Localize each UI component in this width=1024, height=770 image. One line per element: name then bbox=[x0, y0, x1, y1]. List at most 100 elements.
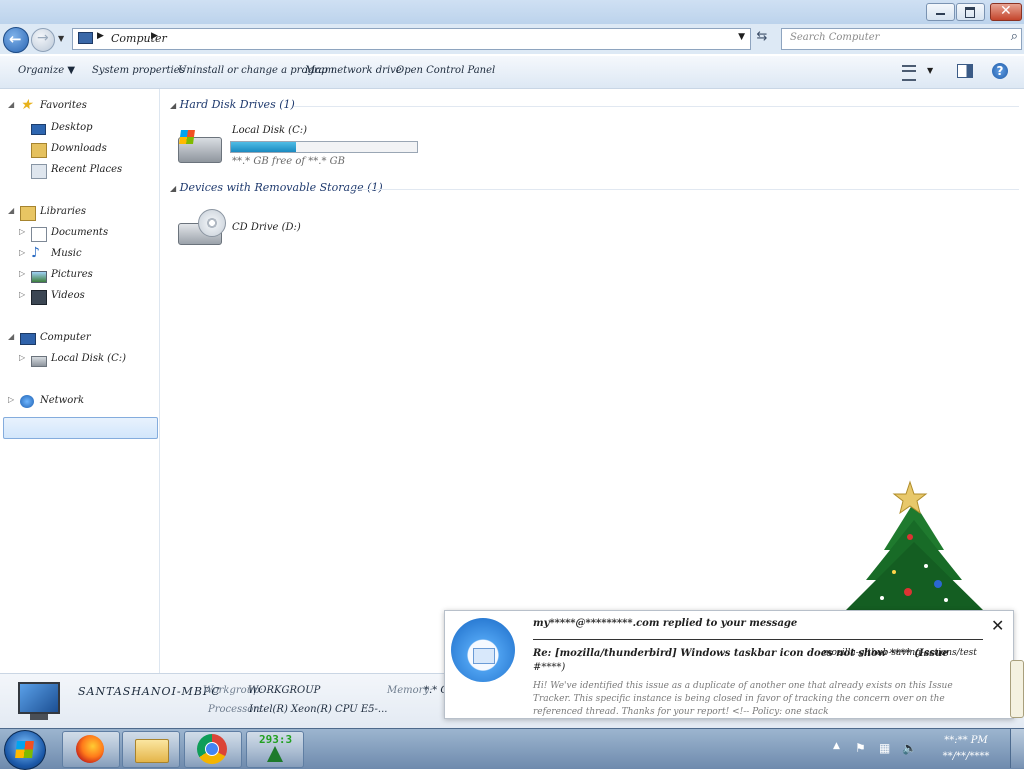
windows-logo-icon bbox=[15, 741, 34, 758]
show-hidden-icons-icon[interactable]: ▲ bbox=[833, 741, 847, 755]
address-bar[interactable]: ▶ Computer ▶ ▼ bbox=[72, 28, 751, 50]
computer-icon bbox=[18, 682, 60, 714]
tree-app-counter: 293:3 bbox=[259, 733, 293, 746]
action-center-flag-icon[interactable]: ⚑ bbox=[855, 741, 869, 755]
hard-disk-group-header[interactable]: ◢ Hard Disk Drives (1) bbox=[170, 98, 295, 111]
open-control-panel-button[interactable]: Open Control Panel bbox=[396, 65, 495, 76]
taskbar-explorer[interactable] bbox=[122, 731, 180, 768]
collapse-icon[interactable]: ◢ bbox=[8, 332, 14, 341]
expand-icon[interactable]: ▷ bbox=[19, 248, 25, 257]
christmas-tree-decoration bbox=[846, 480, 983, 610]
expand-icon[interactable]: ▷ bbox=[19, 353, 25, 362]
change-view-icon[interactable] bbox=[902, 65, 916, 81]
network-icon bbox=[20, 395, 34, 408]
drive-c-usage-bar bbox=[230, 141, 418, 153]
notification-subject-repo: mozilla-github-saving-actions/test bbox=[823, 648, 977, 658]
collapse-icon[interactable]: ◢ bbox=[8, 100, 14, 109]
nav-libraries-label: Libraries bbox=[40, 206, 87, 217]
videos-icon bbox=[31, 290, 47, 305]
back-button[interactable]: ← bbox=[3, 27, 29, 53]
organize-button[interactable]: Organize ▼ bbox=[18, 65, 75, 76]
hard-disk-group-label: Hard Disk Drives (1) bbox=[179, 98, 295, 111]
collapse-icon[interactable]: ◢ bbox=[8, 206, 14, 215]
collapse-icon[interactable]: ◢ bbox=[170, 101, 176, 110]
windows-logo-icon bbox=[179, 130, 195, 144]
start-button[interactable] bbox=[4, 730, 46, 770]
organize-label: Organize bbox=[18, 65, 65, 76]
close-icon: ✕ bbox=[1000, 3, 1012, 19]
volume-icon[interactable]: 🔈 bbox=[902, 741, 917, 755]
recent-pages-dropdown[interactable]: ▼ bbox=[58, 34, 64, 43]
command-bar: Organize ▼ System properties Uninstall o… bbox=[0, 56, 1024, 89]
desktop-icon bbox=[31, 124, 46, 135]
expand-icon[interactable]: ▷ bbox=[19, 269, 25, 278]
group-divider bbox=[294, 106, 1019, 107]
notification-subject-number: #****) bbox=[533, 662, 566, 673]
system-properties-button[interactable]: System properties bbox=[92, 65, 185, 76]
thunderbird-notification[interactable]: my*****@*********.com replied to your me… bbox=[444, 610, 1014, 719]
navigation-pane: ◢ ★ Favorites Desktop Downloads Recent P… bbox=[0, 89, 160, 673]
drive-c[interactable]: Local Disk (C:) **.* GB free of **.* GB bbox=[178, 125, 423, 171]
breadcrumb-separator-icon[interactable]: ▶ bbox=[97, 31, 104, 41]
preview-pane-icon[interactable] bbox=[957, 64, 973, 78]
show-desktop-button[interactable] bbox=[1010, 729, 1024, 768]
refresh-button[interactable]: ⇆ bbox=[752, 29, 772, 48]
search-placeholder: Search Computer bbox=[790, 32, 880, 43]
nav-documents-label: Documents bbox=[51, 227, 109, 238]
tree-icon bbox=[267, 746, 283, 762]
forward-arrow-icon: → bbox=[37, 30, 49, 46]
nav-selection-highlight bbox=[3, 417, 158, 439]
address-dropdown-icon[interactable]: ▼ bbox=[738, 32, 745, 42]
taskbar: 293:3 ▲ ⚑ ▦ 🔈 **:** PM **/**/**** bbox=[0, 728, 1024, 770]
expand-icon[interactable]: ▷ bbox=[8, 395, 14, 404]
title-bar: ✕ bbox=[0, 0, 1024, 24]
restore-icon bbox=[965, 7, 975, 18]
drive-d[interactable]: CD Drive (D:) bbox=[178, 207, 318, 253]
navigation-bar: ← → ▼ ▶ Computer ▶ ▼ ⇆ Search Computer ⌕ bbox=[0, 24, 1024, 54]
clock[interactable]: **:** PM **/**/**** bbox=[936, 733, 996, 765]
restore-button[interactable] bbox=[956, 3, 985, 21]
view-options-dropdown-icon[interactable]: ▼ bbox=[927, 66, 933, 75]
clock-date: **/**/**** bbox=[942, 751, 990, 762]
nav-videos-label: Videos bbox=[51, 290, 85, 301]
taskbar-chrome[interactable] bbox=[184, 731, 242, 768]
background-window-edge bbox=[1010, 660, 1024, 718]
removable-group-header[interactable]: ◢ Devices with Removable Storage (1) bbox=[170, 181, 383, 194]
monitor-stand bbox=[30, 714, 48, 720]
drive-c-name: Local Disk (C:) bbox=[232, 125, 308, 136]
search-icon[interactable]: ⌕ bbox=[1011, 29, 1018, 44]
nav-desktop-label: Desktop bbox=[51, 122, 93, 133]
close-button[interactable]: ✕ bbox=[990, 3, 1022, 21]
workgroup-value: WORKGROUP bbox=[248, 685, 321, 696]
collapse-icon[interactable]: ◢ bbox=[170, 184, 176, 193]
libraries-icon bbox=[20, 206, 36, 221]
notification-sender: my*****@*********.com replied to your me… bbox=[533, 618, 798, 629]
folder-icon bbox=[135, 739, 169, 763]
taskbar-tree-app[interactable]: 293:3 bbox=[246, 731, 304, 768]
nav-network-label: Network bbox=[40, 395, 85, 406]
nav-favorites-label: Favorites bbox=[40, 100, 87, 111]
breadcrumb-chevron-icon[interactable]: ▶ bbox=[151, 31, 158, 41]
computer-icon bbox=[20, 333, 36, 345]
minimize-button[interactable] bbox=[926, 3, 955, 21]
group-divider bbox=[350, 189, 1019, 190]
computer-name: SANTASHANOI-MBPC bbox=[78, 685, 221, 698]
back-arrow-icon: ← bbox=[9, 30, 22, 48]
search-input[interactable]: Search Computer ⌕ bbox=[781, 28, 1022, 50]
forward-button[interactable]: → bbox=[31, 28, 55, 52]
processor-value: Intel(R) Xeon(R) CPU E5-... bbox=[249, 704, 388, 715]
map-network-drive-button[interactable]: Map network drive bbox=[305, 65, 402, 76]
pictures-icon bbox=[31, 271, 47, 283]
thunderbird-logo-icon bbox=[451, 618, 515, 682]
help-icon[interactable]: ? bbox=[992, 63, 1008, 79]
recent-places-icon bbox=[31, 164, 47, 179]
network-tray-icon[interactable]: ▦ bbox=[879, 741, 893, 755]
taskbar-firefox[interactable] bbox=[62, 731, 120, 768]
music-icon: ♪ bbox=[31, 245, 40, 261]
expand-icon[interactable]: ▷ bbox=[19, 227, 25, 236]
breadcrumb-computer[interactable]: Computer bbox=[111, 32, 167, 45]
downloads-folder-icon bbox=[31, 143, 47, 158]
close-notification-icon[interactable]: ✕ bbox=[991, 616, 1004, 635]
expand-icon[interactable]: ▷ bbox=[19, 290, 25, 299]
nav-music-label: Music bbox=[51, 248, 82, 259]
